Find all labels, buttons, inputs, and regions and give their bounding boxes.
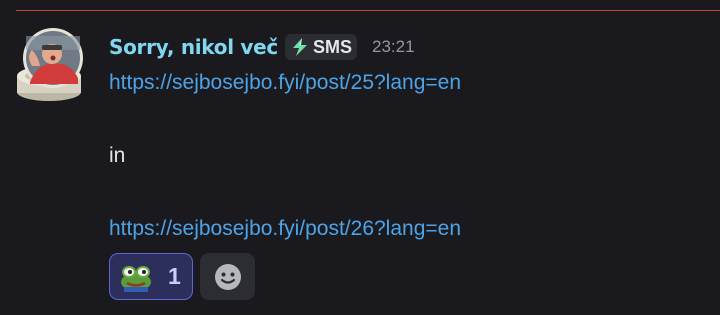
new-messages-divider xyxy=(16,10,720,11)
smiley-face-icon xyxy=(214,263,241,290)
sms-tag-badge[interactable]: SMS xyxy=(285,34,358,60)
lightning-bolt-icon xyxy=(293,38,307,56)
sms-tag-label: SMS xyxy=(313,36,353,57)
reaction-count: 1 xyxy=(168,263,181,289)
message-header: Sorry, nikol več SMS 23:21 xyxy=(109,33,415,61)
reaction-frog-button[interactable]: 1 xyxy=(109,253,193,300)
author-username[interactable]: Sorry, nikol več xyxy=(109,35,278,59)
frog-emoji-icon xyxy=(121,265,151,292)
avatar[interactable] xyxy=(8,26,90,104)
message-link-post-26[interactable]: https://sejbosejbo.fyi/post/26?lang=en xyxy=(109,217,461,241)
add-reaction-button[interactable] xyxy=(200,253,255,300)
avatar-image xyxy=(8,26,90,104)
message-text-line: in xyxy=(109,144,126,167)
reactions-bar: 1 xyxy=(109,253,255,300)
message-timestamp[interactable]: 23:21 xyxy=(372,37,415,57)
message-link-post-25[interactable]: https://sejbosejbo.fyi/post/25?lang=en xyxy=(109,71,461,95)
